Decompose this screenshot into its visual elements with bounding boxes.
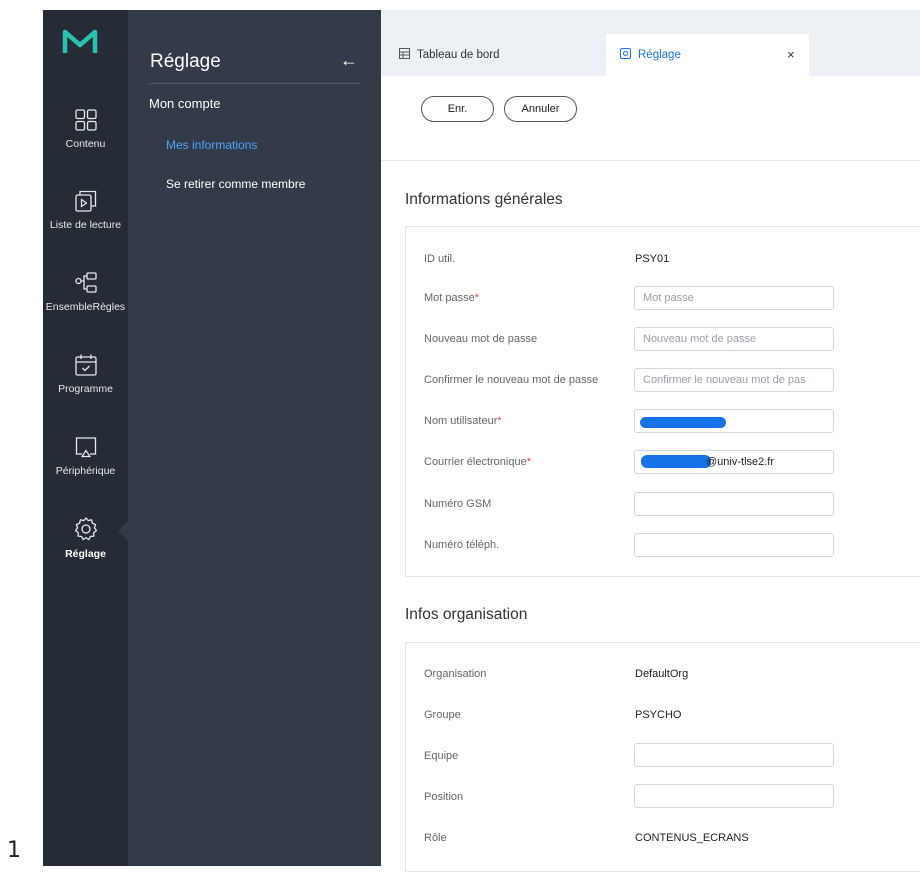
position-label: Position [424,791,464,803]
email-visible-text: @univ-tlse2.fr [706,456,775,468]
icon-rail: Contenu Liste de lecture EnsembleRègles … [43,10,128,866]
panel-title: Réglage [150,51,221,72]
tab-reglage[interactable]: Réglage × [606,34,809,76]
position-field[interactable] [634,784,834,808]
redacted-email [641,455,711,468]
dashboard-icon [399,48,410,62]
page-number: 1 [7,838,21,863]
password-label: Mot passe* [424,292,480,304]
tab-bar: Tableau de bord Réglage × [381,10,920,76]
rail-label: Programme [58,383,113,395]
phone-label: Numéro téléph. [424,539,500,551]
rail-item-reglage[interactable]: Réglage [43,516,128,560]
cancel-button[interactable]: Annuler [504,96,577,122]
general-section-title: Informations générales [405,191,563,208]
display-icon [75,437,96,458]
link-mes-informations[interactable]: Mes informations [166,138,257,152]
group-label: Groupe [424,709,461,721]
organisation-value: DefaultOrg [635,668,689,680]
tab-tableau-de-bord[interactable]: Tableau de bord [399,34,499,76]
role-label: Rôle [424,832,447,844]
rail-label: Périphérique [55,465,116,477]
new-password-label: Nouveau mot de passe [424,333,538,345]
role-value: CONTENUS_ECRANS [635,832,749,844]
password-field[interactable] [634,286,834,310]
organisation-label: Organisation [424,668,487,680]
confirm-password-field[interactable] [634,368,834,392]
save-button[interactable]: Enr. [421,96,494,122]
ruleset-icon [74,272,97,293]
new-password-field[interactable] [634,327,834,351]
user-id-value: PSY01 [635,253,670,265]
team-field[interactable] [634,743,834,767]
toolbar-divider [381,160,920,161]
gear-icon [74,517,97,541]
user-id-label: ID util. [424,253,456,265]
tab-label: Réglage [638,49,681,61]
rail-label: Contenu [65,138,106,150]
email-label: Courrier électronique* [424,456,531,468]
rail-item-playlist[interactable]: Liste de lecture [43,189,128,231]
gsm-label: Numéro GSM [424,498,492,510]
close-icon[interactable]: × [787,47,795,62]
tab-label: Tableau de bord [417,49,500,61]
playlist-icon [74,190,96,212]
app-logo-icon [62,29,98,53]
rail-item-programme[interactable]: Programme [43,353,128,395]
active-pointer [118,521,128,541]
rail-label: EnsembleRègles [45,301,126,313]
link-se-retirer[interactable]: Se retirer comme membre [166,177,305,191]
rail-item-peripherique[interactable]: Périphérique [43,435,128,477]
group-value: PSYCHO [635,709,682,721]
username-label: Nom utilisateur* [424,415,502,427]
general-info-card [405,226,920,577]
phone-field[interactable] [634,533,834,557]
organisation-section-title: Infos organisation [405,606,528,623]
confirm-password-label: Confirmer le nouveau mot de passe [424,374,599,386]
redacted-username [640,417,726,428]
settings-tab-icon [620,48,631,62]
section-mon-compte[interactable]: Mon compte [149,96,221,111]
calendar-icon [74,354,97,376]
grid-icon [74,109,97,131]
panel-divider [149,83,360,84]
gsm-field[interactable] [634,492,834,516]
rail-item-contenu[interactable]: Contenu [43,108,128,150]
rail-item-ruleset[interactable]: EnsembleRègles [43,271,128,313]
rail-label: Réglage [65,548,106,560]
collapse-arrow-icon[interactable]: ← [340,50,358,71]
settings-panel: Réglage ← Mon compte Mes informations Se… [128,10,381,866]
rail-label: Liste de lecture [49,219,122,231]
team-label: Equipe [424,750,459,762]
